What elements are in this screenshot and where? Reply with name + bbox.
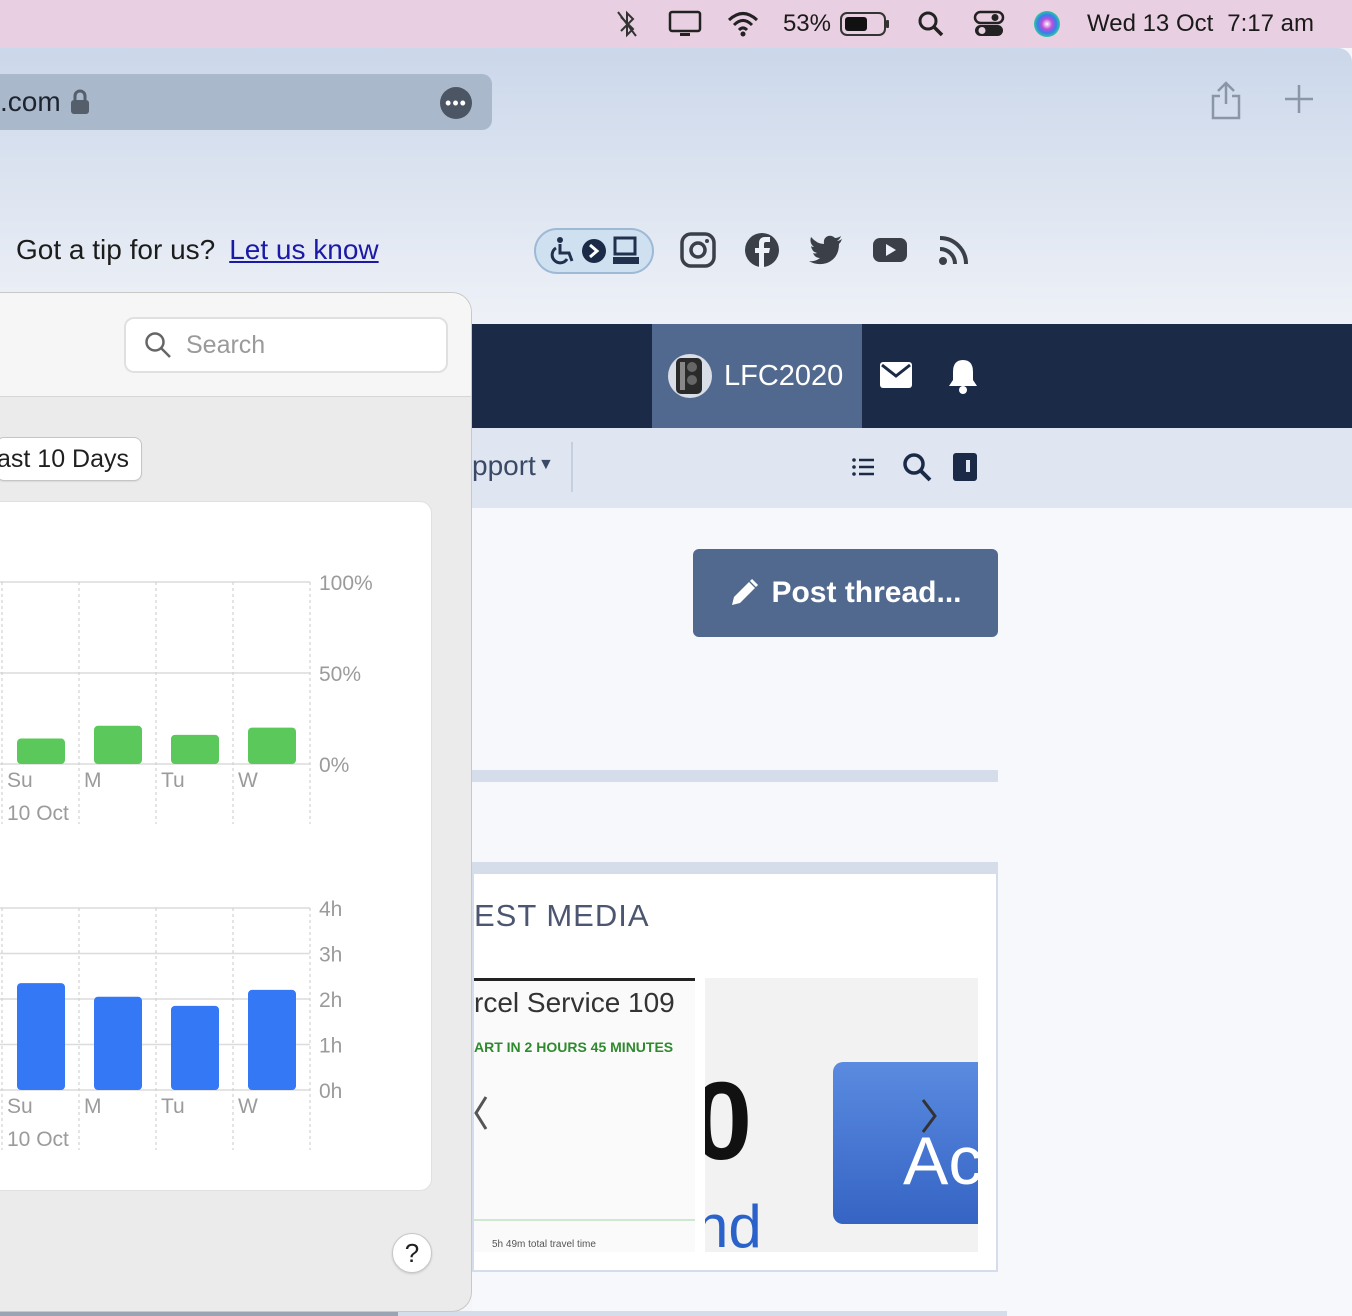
accessibility-badge[interactable] [534,228,654,274]
username: LFC2020 [724,359,844,392]
x-date-label: 10 Oct [7,1128,69,1151]
lock-icon [70,89,89,114]
bar [248,727,296,764]
thumbnail-tile: Ac [833,1062,978,1224]
chevron-down-icon: ▼ [538,456,554,473]
rss-icon[interactable] [936,232,972,268]
browser-toolbar: .com ••• [0,48,1352,324]
window-edge [0,1312,398,1316]
chevron-right-icon[interactable] [917,1096,941,1136]
menu-bar: 53% Wed 13 Oct 7:17 am [0,0,1352,48]
bar [171,1005,219,1090]
search-input[interactable]: Search [124,317,448,373]
y-tick-label: 2h [319,989,342,1012]
chevron-left-icon[interactable] [474,1093,490,1133]
pencil-icon [732,578,759,605]
bell-icon[interactable] [948,358,978,394]
thumbnail-subtitle: ART IN 2 HOURS 45 MINUTES [474,1039,674,1055]
x-tick-label: M [84,1095,102,1118]
share-icon[interactable] [1208,80,1244,120]
tip-link[interactable]: Let us know [229,234,378,266]
section-divider [397,1311,1007,1316]
y-tick-label: 0% [319,754,349,777]
thumbnail-title: rcel Service 109 [474,987,675,1018]
youtube-icon[interactable] [872,232,908,268]
divider [571,442,573,492]
y-tick-label: 0h [319,1080,342,1103]
instagram-icon[interactable] [680,232,716,268]
bar [17,738,65,764]
latest-media-title: EST MEDIA [474,898,650,933]
tip-bar: Got a tip for us? Let us know [16,234,379,266]
address-bar[interactable]: .com ••• [0,74,492,130]
media-thumbnail[interactable]: rcel Service 109 ART IN 2 HOURS 45 MINUT… [474,978,695,1252]
usage-charts: 100% 50% 0% Su M Tu W 10 Oct 4h 3h 2h 1h 0h Su M Tu W 10 … [0,572,373,1151]
list-icon[interactable] [850,452,880,482]
post-thread-label: Post thread... [771,576,962,609]
sidebar-toggle-icon[interactable] [950,452,980,482]
new-tab-icon[interactable] [1282,82,1316,116]
forum-sub-nav: pport ▼ [472,428,1352,508]
forum-content: Post thread... EST MEDIA rcel Service 10… [397,508,1352,1316]
tip-text: Got a tip for us? [16,234,216,265]
screen-time-panel: Search ast 10 Days 100% 50% 0% Su M Tu W 10 Oct… [0,292,472,1312]
bluetooth-icon[interactable] [609,9,645,39]
usage-charts-card: 100% 50% 0% Su M Tu W 10 Oct 4h 3h 2h 1h 0h Su M Tu W 10 … [0,501,432,1191]
bar [94,996,142,1090]
bar [94,725,142,764]
twitter-icon[interactable] [808,232,844,268]
y-tick-label: 100% [319,572,373,595]
battery-percent: 53% [782,10,831,37]
wifi-icon[interactable] [725,9,761,39]
arrow-right-icon [581,239,606,263]
x-tick-label: Tu [161,769,185,792]
latest-media-block: EST MEDIA rcel Service 109 ART IN 2 HOUR… [472,862,998,1272]
x-tick-label: Tu [161,1095,185,1118]
display-icon[interactable] [667,9,703,39]
facebook-icon[interactable] [744,232,780,268]
bar [17,983,65,1090]
search-icon[interactable] [902,452,932,482]
user-account-tab[interactable]: LFC2020 [652,324,862,428]
panel-header: Search [0,293,471,397]
bar [171,734,219,764]
media-thumbnail[interactable]: 0 nd Ac [705,978,978,1252]
thumbnail-bottom-text: nd [705,1193,762,1252]
date-range-button[interactable]: ast 10 Days [0,437,143,481]
siri-icon[interactable] [1029,9,1065,39]
x-date-label: 10 Oct [7,802,69,825]
menubar-time[interactable]: 7:17 am [1227,10,1314,38]
help-button[interactable]: ? [392,1233,432,1273]
control-center-icon[interactable] [971,9,1007,39]
y-tick-label: 4h [319,898,342,921]
bar [248,989,296,1090]
computer-icon [613,236,640,264]
spotlight-icon[interactable] [913,9,949,39]
x-tick-label: W [238,769,258,792]
url-text: .com [0,86,61,117]
search-icon [145,332,171,358]
wheelchair-icon [550,237,574,265]
y-tick-label: 50% [319,663,361,686]
thumbnail-footer: 5h 49m total travel time [492,1239,596,1250]
menubar-date[interactable]: Wed 13 Oct [1087,10,1213,38]
y-tick-label: 1h [319,1035,342,1058]
more-options-icon[interactable]: ••• [440,87,472,119]
search-placeholder: Search [186,330,266,359]
x-tick-label: Su [7,769,33,792]
forum-nav-bar: LFC2020 [472,324,1352,428]
x-tick-label: Su [7,1095,33,1118]
post-thread-button[interactable]: Post thread... [693,549,998,637]
battery-icon[interactable] [839,10,891,38]
section-divider [472,770,998,782]
y-tick-label: 3h [319,944,342,967]
support-menu[interactable]: pport [472,450,536,482]
x-tick-label: M [84,769,102,792]
x-tick-label: W [238,1095,258,1118]
thumbnail-big-text: 0 [705,1060,753,1183]
avatar [668,354,712,398]
mail-icon[interactable] [880,362,912,388]
